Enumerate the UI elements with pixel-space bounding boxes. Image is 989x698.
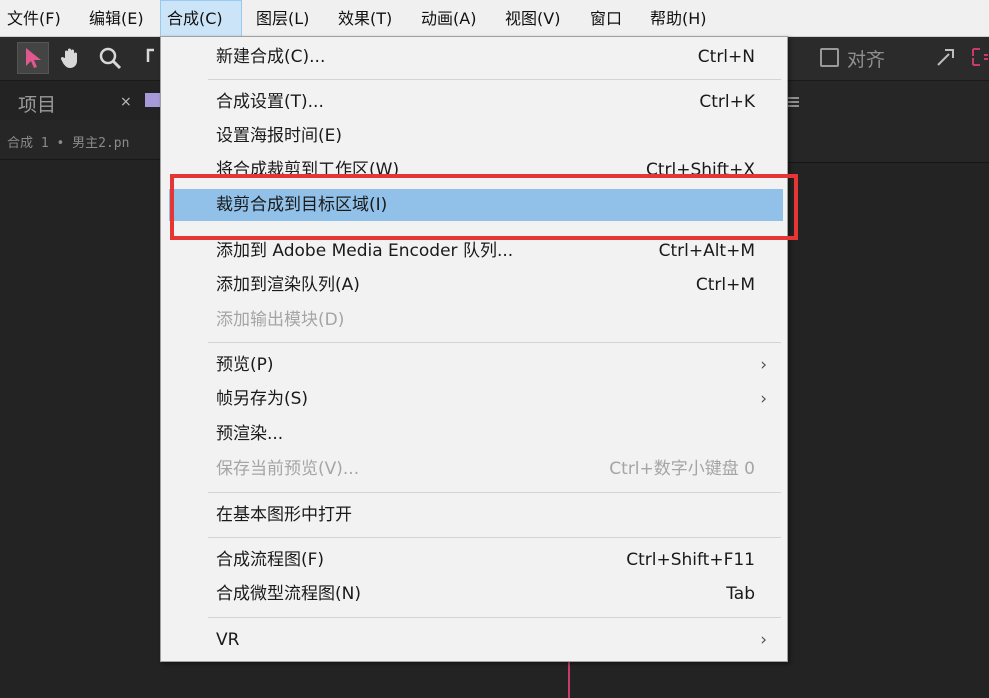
menu-item-open-in-essential-graphics[interactable]: 在基本图形中打开 <box>169 499 783 531</box>
menu-item-label: 在基本图形中打开 <box>216 505 352 525</box>
menu-item-save-current-preview: 保存当前预览(V)... Ctrl+数字小键盘 0 <box>169 453 783 485</box>
menu-animation[interactable]: 动画(A) <box>414 0 476 37</box>
menu-effect[interactable]: 效果(T) <box>331 0 392 37</box>
submenu-arrow-icon: › <box>760 389 767 409</box>
annotation-highlight-box <box>170 174 798 240</box>
menu-bar: 文件(F) 编辑(E) 合成(C) 图层(L) 效果(T) 动画(A) 视图(V… <box>0 0 989 37</box>
zoom-tool-icon[interactable] <box>94 42 126 74</box>
time-indicator <box>568 660 570 698</box>
composition-color-swatch <box>145 93 160 107</box>
menu-item-label: 合成流程图(F) <box>216 550 325 570</box>
menu-layer[interactable]: 图层(L) <box>249 0 309 37</box>
menu-item-label: 添加到渲染队列(A) <box>216 275 360 295</box>
menu-file[interactable]: 文件(F) <box>0 0 61 37</box>
menu-item-shortcut: Ctrl+数字小键盘 0 <box>609 459 755 479</box>
menu-item-composition-flowchart[interactable]: 合成流程图(F) Ctrl+Shift+F11 <box>169 544 783 576</box>
menu-item-composition-mini-flowchart[interactable]: 合成微型流程图(N) Tab <box>169 578 783 610</box>
menu-item-save-frame-as[interactable]: 帧另存为(S) › <box>169 383 783 415</box>
menu-item-label: VR <box>216 630 240 650</box>
menu-edit[interactable]: 编辑(E) <box>82 0 144 37</box>
hand-tool-icon[interactable] <box>55 42 87 74</box>
menu-separator <box>208 79 781 80</box>
align-label: 对齐 <box>847 49 886 71</box>
right-panel-header <box>787 81 989 163</box>
project-tab[interactable]: 项目 <box>18 90 56 117</box>
menu-item-new-composition[interactable]: 新建合成(C)... Ctrl+N <box>169 41 783 73</box>
menu-separator <box>208 537 781 538</box>
snap-target-icon[interactable] <box>972 46 989 73</box>
menu-item-label: 预渲染... <box>216 424 284 444</box>
menu-item-label: 设置海报时间(E) <box>216 126 343 146</box>
menu-item-pre-render[interactable]: 预渲染... <box>169 418 783 450</box>
menu-item-set-poster-time[interactable]: 设置海报时间(E) <box>169 120 783 152</box>
menu-item-vr[interactable]: VR › <box>169 624 783 656</box>
menu-separator <box>208 492 781 493</box>
menu-item-label: 保存当前预览(V)... <box>216 459 360 479</box>
menu-view[interactable]: 视图(V) <box>498 0 560 37</box>
menu-item-label: 预览(P) <box>216 355 274 375</box>
selection-tool-icon[interactable] <box>17 42 49 74</box>
menu-item-label: 添加输出模块(D) <box>216 310 345 330</box>
menu-item-composition-settings[interactable]: 合成设置(T)... Ctrl+K <box>169 86 783 118</box>
snap-icon[interactable] <box>935 46 957 73</box>
menu-item-label: 合成设置(T)... <box>216 92 324 112</box>
menu-item-preview[interactable]: 预览(P) › <box>169 349 783 381</box>
menu-item-shortcut: Tab <box>726 584 755 604</box>
menu-item-add-to-render-queue[interactable]: 添加到渲染队列(A) Ctrl+M <box>169 269 783 301</box>
menu-item-label: 帧另存为(S) <box>216 389 309 409</box>
menu-item-label: 新建合成(C)... <box>216 47 326 67</box>
menu-item-shortcut: Ctrl+Shift+F11 <box>626 550 755 570</box>
menu-composition[interactable]: 合成(C) <box>160 0 242 37</box>
composition-menu: 新建合成(C)... Ctrl+N 合成设置(T)... Ctrl+K 设置海报… <box>160 36 788 662</box>
tab-close-icon[interactable]: × <box>120 94 132 110</box>
align-checkbox[interactable] <box>820 48 839 67</box>
menu-item-label: 合成微型流程图(N) <box>216 584 361 604</box>
submenu-arrow-icon: › <box>760 355 767 375</box>
menu-item-shortcut: Ctrl+K <box>699 92 755 112</box>
hamburger-menu-icon[interactable] <box>787 93 799 114</box>
menu-separator <box>208 342 781 343</box>
rotate-tool-icon[interactable] <box>140 42 160 74</box>
menu-item-add-output-module: 添加输出模块(D) <box>169 304 783 336</box>
submenu-arrow-icon: › <box>760 630 767 650</box>
menu-item-shortcut: Ctrl+M <box>695 275 755 295</box>
menu-help[interactable]: 帮助(H) <box>643 0 707 37</box>
breadcrumb: 合成 1 • 男主2.pn <box>7 136 130 151</box>
menu-item-shortcut: Ctrl+N <box>697 47 755 67</box>
menu-window[interactable]: 窗口 <box>583 0 622 37</box>
menu-separator <box>208 617 781 618</box>
